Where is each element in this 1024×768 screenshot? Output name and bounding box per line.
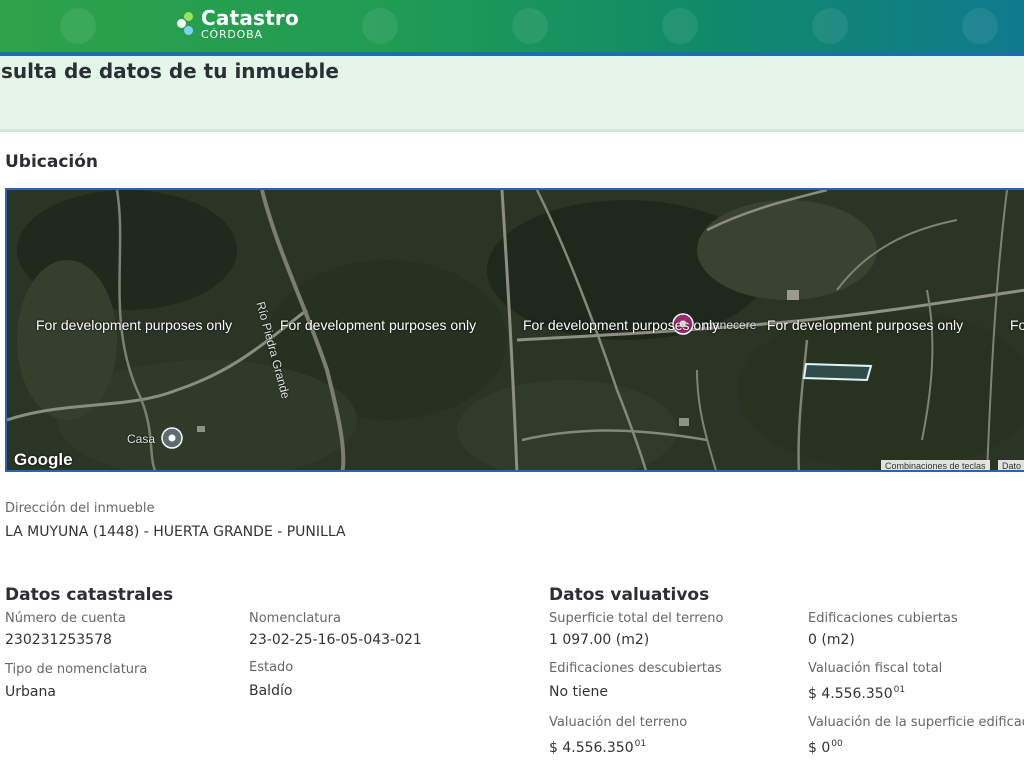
decorative-circle — [512, 8, 548, 44]
tipo-nomenclatura-value: Urbana — [5, 684, 56, 700]
google-logo[interactable]: Google — [14, 450, 73, 470]
edificaciones-descubiertas-value: No tiene — [549, 684, 608, 700]
nomenclatura-value: 23-02-25-16-05-043-021 — [249, 632, 422, 648]
valuacion-superficie-edificada-label: Valuación de la superficie edificada t — [808, 715, 1024, 730]
decorative-circle — [962, 8, 998, 44]
valuacion-fiscal-value: $ 4.556.35001 — [808, 685, 905, 702]
decorative-circle — [362, 8, 398, 44]
keyboard-shortcuts-link[interactable]: Combinaciones de teclas — [881, 460, 990, 470]
edificaciones-cubiertas-value: 0 (m2) — [808, 632, 855, 648]
valuacion-terreno-label: Valuación del terreno — [549, 715, 688, 730]
valuacion-fiscal-cents: 01 — [893, 685, 906, 695]
edificaciones-descubiertas-label: Edificaciones descubiertas — [549, 661, 722, 676]
nomenclatura-label: Nomenclatura — [249, 611, 341, 626]
estado-value: Baldío — [249, 683, 293, 699]
decorative-circle — [662, 8, 698, 44]
section-heading-datos-catastrales: Datos catastrales — [5, 585, 174, 605]
catastro-logo[interactable]: Catastro CÓRDOBA — [174, 8, 299, 40]
valuacion-terreno-cents: 01 — [634, 739, 647, 749]
logo-subtitle: CÓRDOBA — [201, 28, 263, 41]
decorative-circle — [812, 8, 848, 44]
map-watermark: For development purposes only — [767, 317, 964, 333]
title-band: sulta de datos de tu inmueble — [0, 56, 1024, 132]
valuacion-terreno-amount: $ 4.556.350 — [549, 740, 634, 756]
map-watermark: For development purposes only — [523, 317, 720, 333]
edificaciones-cubiertas-label: Edificaciones cubiertas — [808, 611, 958, 626]
valuacion-superficie-edificada-cents: 00 — [831, 739, 843, 749]
page-title: sulta de datos de tu inmueble — [1, 59, 339, 83]
valuacion-fiscal-label: Valuación fiscal total — [808, 661, 943, 676]
numero-cuenta-label: Número de cuenta — [5, 611, 126, 626]
direccion-value: LA MUYUNA (1448) - HUERTA GRANDE - PUNIL… — [5, 524, 346, 540]
header-bar: Catastro CÓRDOBA — [0, 0, 1024, 52]
map-watermark: For development purposes only — [36, 317, 233, 333]
tipo-nomenclatura-label: Tipo de nomenclatura — [5, 662, 148, 677]
superficie-terreno-label: Superficie total del terreno — [549, 611, 724, 626]
catastro-logo-icon — [174, 10, 196, 38]
section-heading-datos-valuativos: Datos valuativos — [549, 585, 710, 605]
decorative-circle — [60, 8, 96, 44]
valuacion-fiscal-amount: $ 4.556.350 — [808, 686, 893, 702]
superficie-terreno-value: 1 097.00 (m2) — [549, 632, 650, 648]
logo-title: Catastro — [201, 6, 299, 30]
location-map[interactable]: Río Piedra Grande Casa manecere For deve… — [5, 188, 1024, 472]
direccion-label: Dirección del inmueble — [5, 501, 155, 516]
valuacion-superficie-edificada-amount: $ 0 — [808, 740, 831, 756]
estado-label: Estado — [249, 660, 294, 675]
map-data-link[interactable]: Dato — [998, 460, 1024, 470]
map-label-casa: Casa — [127, 432, 156, 446]
valuacion-terreno-value: $ 4.556.35001 — [549, 739, 646, 756]
section-heading-ubicacion: Ubicación — [5, 152, 99, 172]
map-watermark: Fo — [1010, 317, 1024, 333]
map-watermark: For development purposes only — [280, 317, 477, 333]
valuacion-superficie-edificada-value: $ 000 — [808, 739, 843, 756]
numero-cuenta-value: 230231253578 — [5, 632, 112, 648]
